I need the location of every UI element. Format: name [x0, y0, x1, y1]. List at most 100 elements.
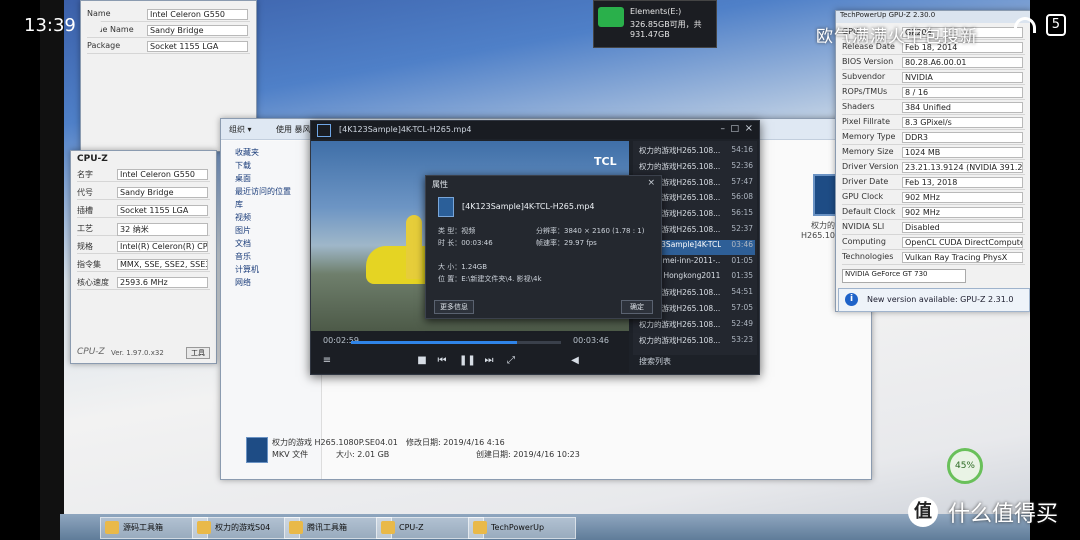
- tools-button[interactable]: 工具: [186, 347, 210, 359]
- gpuz-row-value: 384 Unified: [902, 102, 1023, 113]
- more-info-button[interactable]: 更多信息: [434, 300, 474, 314]
- gpuz-row-value: OpenCL CUDA DirectCompute: [902, 237, 1023, 248]
- taskbar-item[interactable]: TechPowerUp: [468, 517, 576, 539]
- stop-icon[interactable]: ■: [416, 355, 428, 367]
- playlist-item-duration: 56:08: [731, 192, 753, 202]
- gpuz-row-label: NVIDIA SLI: [842, 222, 885, 231]
- player-controls: 00:02:59 00:03:46 ≡ ■ ⏮ ❚❚ ⏭ ⤢ ◀: [311, 331, 629, 373]
- smzdm-logo-icon: 值: [908, 497, 938, 527]
- playlist-item-duration: 52:37: [731, 224, 753, 233]
- nav-item[interactable]: 库: [221, 199, 321, 212]
- phone-status-bar: 13:39 5 欧气满满火中包搜新: [0, 0, 1080, 56]
- cpuz-row-value: 32 纳米: [117, 223, 208, 236]
- close-icon[interactable]: ×: [745, 123, 753, 134]
- dialog-title: 属性: [432, 180, 448, 189]
- playlist-item-duration: 52:36: [731, 160, 753, 170]
- update-text: New version available: GPU-Z 2.31.0: [867, 295, 1014, 304]
- cpuz-row-label: 插槽: [77, 206, 93, 215]
- playlist-item[interactable]: 权力的游戏H265.108... 54:16: [637, 145, 755, 160]
- gpuz-row: Computing OpenCL CUDA DirectCompute: [842, 237, 1025, 250]
- playlist-item-name: 权力的游戏H265.108...: [639, 161, 721, 171]
- cpuz-row: 指令集 MMX, SSE, SSE2, SSE3, SSSE3: [77, 259, 210, 272]
- cpuz-row: 工艺 32 纳米: [77, 223, 210, 236]
- playlist-item[interactable]: 权力的游戏H265.108... 52:36: [637, 161, 755, 176]
- nav-item[interactable]: 音乐: [221, 251, 321, 264]
- cpuz-row: 名字 Intel Celeron G550: [77, 169, 210, 182]
- player-title-bar: [4K123Sample]4K-TCL-H265.mp4 – □ ×: [311, 121, 759, 139]
- volume-icon[interactable]: ◀: [569, 355, 581, 367]
- bottom-file-created: 创建日期: 2019/4/16 10:23: [476, 450, 580, 459]
- playlist-item[interactable]: 权力的游戏H265.108... 52:49: [637, 319, 755, 334]
- system-gauge[interactable]: 45%: [947, 448, 983, 484]
- gpuz-row: Memory Size 1024 MB: [842, 147, 1025, 160]
- gpuz-row: Technologies Vulkan Ray Tracing PhysX: [842, 252, 1025, 265]
- playlist-toggle-icon[interactable]: ≡: [321, 355, 333, 367]
- nav-item[interactable]: 下载: [221, 160, 321, 173]
- nav-item[interactable]: 图片: [221, 225, 321, 238]
- monitor-bezel-left: [40, 0, 64, 540]
- file-duration: 时 长：00:03:46: [438, 239, 493, 247]
- cpuz-version: Ver. 1.97.0.x32: [111, 349, 164, 357]
- file-size: 大 小：1.24GB: [438, 263, 488, 271]
- cpuz-row: 规格 Intel(R) Celeron(R) CPU: [77, 241, 210, 254]
- nav-item[interactable]: 收藏夹: [221, 147, 321, 160]
- gpuz-row-value: 1024 MB: [902, 147, 1023, 158]
- organize-menu[interactable]: 组织 ▾: [229, 124, 252, 135]
- nav-item[interactable]: 网络: [221, 277, 321, 290]
- update-notification[interactable]: i New version available: GPU-Z 2.31.0: [838, 288, 1030, 312]
- playlist-item[interactable]: 权力的游戏H265.108... 53:23: [637, 335, 755, 350]
- gpuz-row: Driver Version 23.21.13.9124 (NVIDIA 391.…: [842, 162, 1025, 175]
- bottom-file-type: MKV 文件: [272, 450, 309, 459]
- previous-icon[interactable]: ⏮: [436, 355, 448, 367]
- fullscreen-icon[interactable]: ⤢: [505, 355, 517, 367]
- maximize-icon[interactable]: □: [730, 124, 739, 134]
- playlist-item-name: 权力的游戏H265.108...: [639, 335, 721, 345]
- gpu-select[interactable]: NVIDIA GeForce GT 730: [842, 269, 966, 283]
- pause-icon[interactable]: ❚❚: [459, 355, 476, 367]
- nav-item[interactable]: 视频: [221, 212, 321, 225]
- nav-item[interactable]: 文档: [221, 238, 321, 251]
- gpuz-row: Default Clock 902 MHz: [842, 207, 1025, 220]
- file-location: 位 置：E:\新建文件夹\4. 影视\4k: [438, 275, 542, 283]
- ok-button[interactable]: 确定: [621, 300, 653, 314]
- cpuz-row-value: MMX, SSE, SSE2, SSE3, SSSE3: [117, 259, 208, 270]
- cpuz-row-label: 规格: [77, 242, 93, 251]
- gpuz-row: BIOS Version 80.28.A6.00.01: [842, 57, 1025, 70]
- playlist-item-name: 权力的游戏H265.108...: [639, 319, 721, 329]
- gpuz-row-label: Subvendor: [842, 72, 886, 81]
- gpuz-row-label: Memory Type: [842, 132, 896, 141]
- cpuz-footer: CPU-Z: [77, 347, 105, 357]
- playlist-search[interactable]: 搜索列表: [639, 356, 671, 367]
- file-type: 类 型：视频: [438, 227, 476, 235]
- gpuz-row: Memory Type DDR3: [842, 132, 1025, 145]
- gpuz-row-label: Shaders: [842, 102, 875, 111]
- gpuz-row: GPU Clock 902 MHz: [842, 192, 1025, 205]
- nav-item[interactable]: 计算机: [221, 264, 321, 277]
- playlist-item-duration: 57:05: [731, 303, 753, 312]
- dialog-close-icon[interactable]: ×: [647, 178, 655, 188]
- explorer-navigation-pane: 收藏夹 下载 桌面 最近访问的位置库视频 图片 文档 音乐 计算机 网络: [221, 141, 322, 479]
- cpuz-title: CPU-Z: [77, 154, 108, 164]
- playlist-item-duration: 54:51: [731, 287, 753, 297]
- gpuz-row-value: 8 / 16: [902, 87, 1023, 98]
- progress-bar[interactable]: [351, 341, 561, 344]
- bottom-video-file[interactable]: 权力的游戏 H265.1080P.SE04.01 MKV 文件 修改日期: 20…: [246, 437, 580, 463]
- cpuz-row-value: Socket 1155 LGA: [117, 205, 208, 216]
- cpuz-row-value: Sandy Bridge: [117, 187, 208, 198]
- total-time: 00:03:46: [573, 336, 609, 345]
- nav-item[interactable]: 最近访问的位置: [221, 186, 321, 199]
- gpuz-row-label: BIOS Version: [842, 57, 894, 66]
- app-notification-icon: [84, 17, 102, 35]
- player-logo-icon: [317, 124, 331, 137]
- nav-item[interactable]: 桌面: [221, 173, 321, 186]
- playlist-item-duration: 53:23: [731, 334, 753, 344]
- playlist-item-duration: 03:46: [731, 239, 753, 249]
- wifi-icon: [1013, 17, 1036, 33]
- share-overlay[interactable]: 值 什么值得买: [908, 496, 1058, 528]
- gpuz-row: Subvendor NVIDIA: [842, 72, 1025, 85]
- file-resolution: 分辨率：3840 × 2160 (1.78 : 1): [536, 227, 645, 235]
- minimize-icon[interactable]: –: [721, 124, 726, 134]
- next-icon[interactable]: ⏭: [483, 355, 495, 367]
- gpuz-row-value: 80.28.A6.00.01: [902, 57, 1023, 68]
- watermark-text: 欧气满满火中包搜新: [816, 27, 978, 47]
